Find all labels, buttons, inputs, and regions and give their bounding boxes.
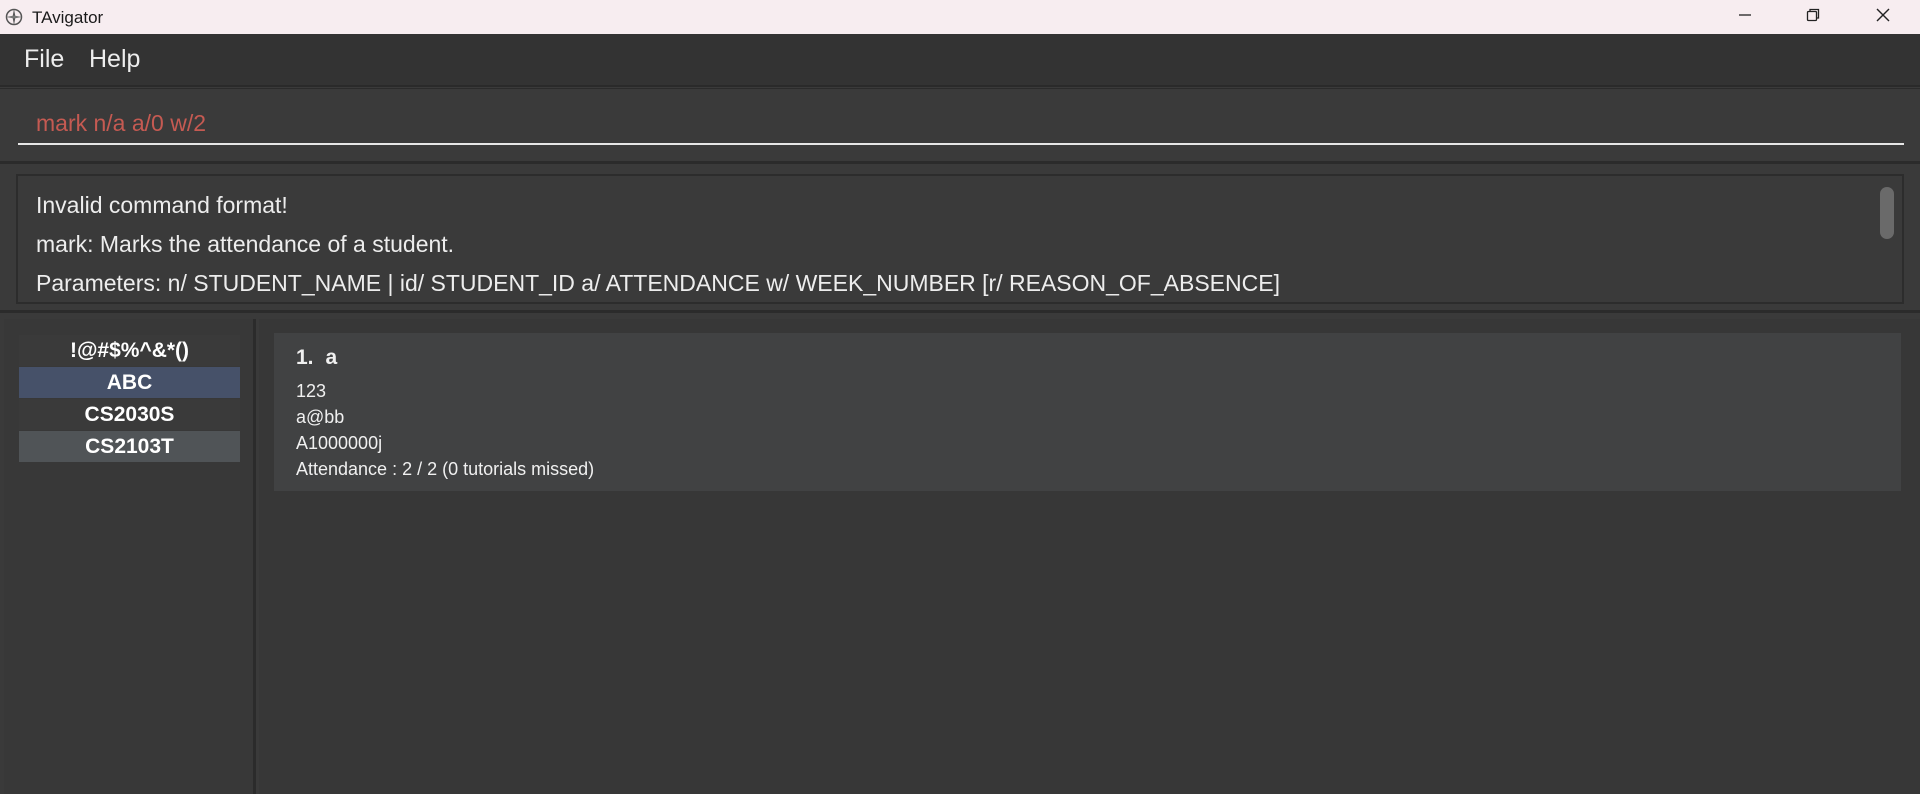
title-bar: TAvigator (0, 0, 1920, 34)
student-card-title: 1. a (296, 346, 1901, 378)
student-phone: 123 (296, 381, 327, 401)
class-item[interactable]: !@#$%^&*() (19, 335, 240, 366)
result-text-area[interactable]: Invalid command format! mark: Marks the … (16, 174, 1904, 304)
student-id: A1000000j (296, 433, 383, 453)
menu-file[interactable]: File (20, 45, 68, 74)
command-box (0, 88, 1920, 164)
class-item[interactable]: CS2030S (19, 399, 240, 430)
minimize-icon (1738, 8, 1752, 27)
class-list-panel: !@#$%^&*() ABC CS2030S CS2103T (4, 319, 256, 794)
result-line: mark: Marks the attendance of a student. (36, 231, 455, 257)
menu-bar: File Help (0, 34, 1920, 87)
student-attendance: Attendance : 2 / 2 (0 tutorials missed) (296, 459, 595, 479)
restore-button[interactable] (1778, 0, 1848, 34)
compass-icon (4, 7, 24, 27)
result-line: Parameters: n/ STUDENT_NAME | id/ STUDEN… (36, 270, 1280, 296)
close-icon (1875, 7, 1891, 28)
student-card[interactable]: 1. a 123 a@bb A1000000j Attendance : 2 / … (274, 333, 1901, 491)
class-item-selected[interactable]: ABC (19, 367, 240, 398)
student-name: a (325, 346, 338, 369)
student-email: a@bb (296, 407, 345, 427)
student-index: 1. (296, 346, 314, 369)
window-title: TAvigator (32, 8, 104, 27)
class-item-highlighted[interactable]: CS2103T (19, 431, 240, 462)
class-list: !@#$%^&*() ABC CS2030S CS2103T (19, 335, 240, 463)
menu-help[interactable]: Help (85, 45, 144, 74)
minimize-button[interactable] (1710, 0, 1780, 34)
result-scrollbar[interactable] (1880, 187, 1894, 239)
result-display: Invalid command format! mark: Marks the … (0, 167, 1920, 313)
main-content: !@#$%^&*() ABC CS2030S CS2103T 1. a 123 a… (0, 316, 1920, 794)
command-input[interactable] (18, 103, 1904, 145)
restore-icon (1806, 8, 1820, 27)
result-line: Invalid command format! (36, 192, 288, 218)
close-button[interactable] (1848, 0, 1918, 34)
student-list-panel: 1. a 123 a@bb A1000000j Attendance : 2 / … (259, 319, 1920, 794)
